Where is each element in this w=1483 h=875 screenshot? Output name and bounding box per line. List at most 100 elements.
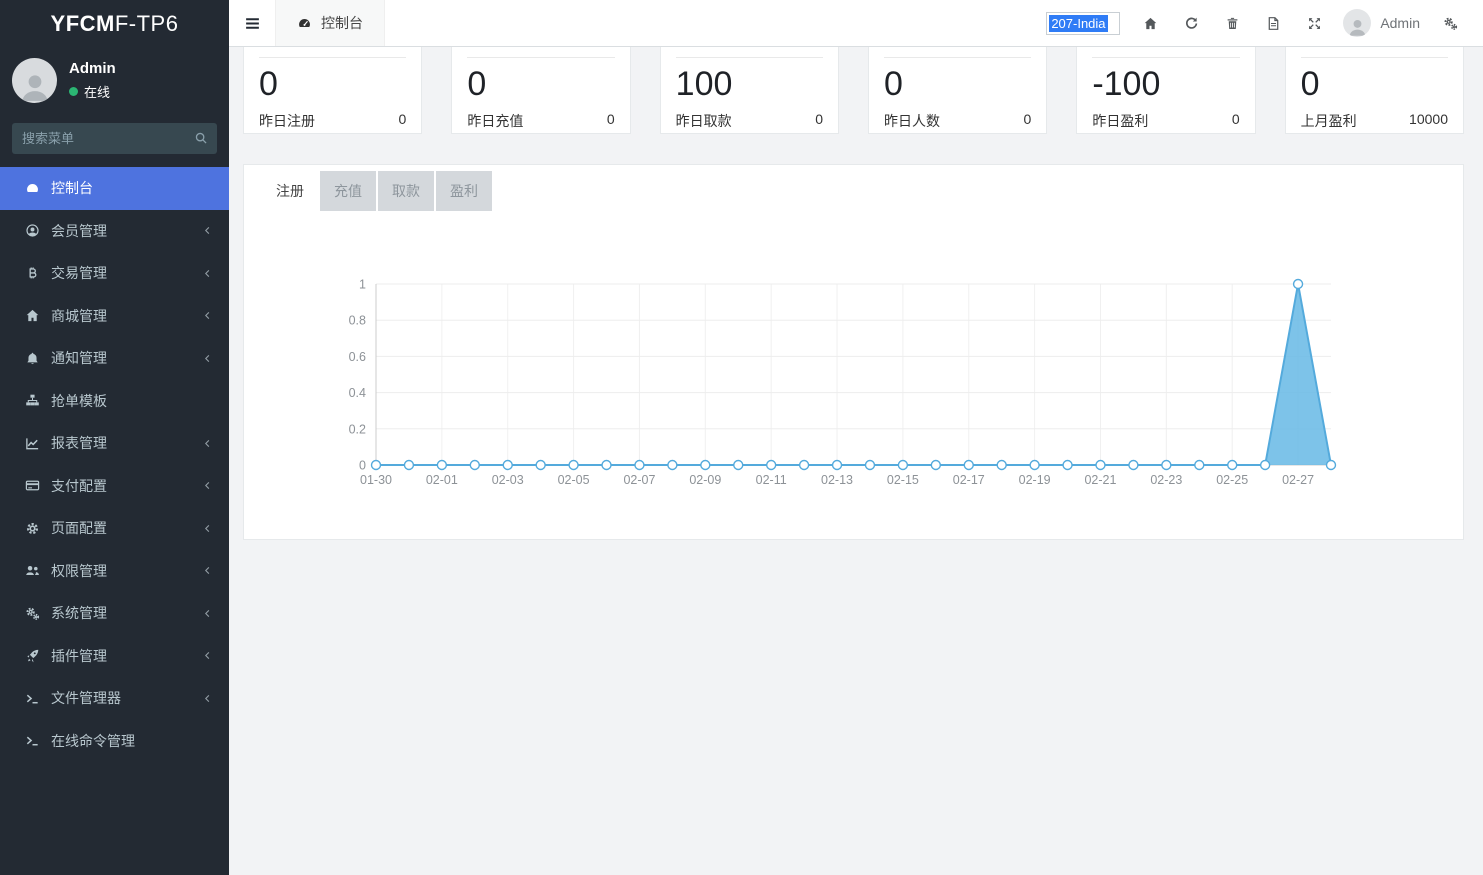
- data-point: [1096, 461, 1105, 470]
- data-point: [1195, 461, 1204, 470]
- data-point: [668, 461, 677, 470]
- node-select-input[interactable]: 207-India: [1046, 12, 1120, 35]
- tab-dashboard[interactable]: 控制台: [275, 0, 385, 46]
- bars-icon: [244, 15, 261, 32]
- sidebar-search: [12, 123, 217, 154]
- chart-svg: 00.20.40.60.8101-3002-0102-0302-0502-070…: [244, 211, 1463, 541]
- data-point: [602, 461, 611, 470]
- settings-button[interactable]: [1430, 0, 1471, 47]
- chevron-left-icon: [202, 565, 213, 576]
- data-point: [833, 461, 842, 470]
- online-status-dot: [69, 87, 78, 96]
- rocket-icon: [24, 648, 41, 663]
- sidebar-item-online-commands[interactable]: 在线命令管理: [0, 720, 229, 763]
- chevron-left-icon: [202, 268, 213, 279]
- chevron-left-icon: [202, 225, 213, 236]
- sidebar-item-system[interactable]: 系统管理: [0, 592, 229, 635]
- tab-dashboard-label: 控制台: [321, 13, 363, 33]
- data-point: [536, 461, 545, 470]
- sidebar-item-reports[interactable]: 报表管理: [0, 422, 229, 465]
- chart-line-icon: [24, 436, 41, 451]
- clear-cache-button[interactable]: [1212, 0, 1253, 47]
- chart-tab-register[interactable]: 注册: [262, 171, 318, 211]
- x-tick-label: 02-17: [953, 473, 985, 487]
- data-point: [437, 461, 446, 470]
- x-tick-label: 01-30: [360, 473, 392, 487]
- data-point: [865, 461, 874, 470]
- sidebar-item-label: 商城管理: [51, 306, 202, 326]
- sidebar-item-file-manager[interactable]: 文件管理器: [0, 677, 229, 720]
- data-point: [1129, 461, 1138, 470]
- fullscreen-button[interactable]: [1294, 0, 1335, 47]
- sidebar-item-label: 控制台: [51, 178, 213, 198]
- trash-icon: [1225, 16, 1240, 31]
- x-tick-label: 02-21: [1084, 473, 1116, 487]
- data-point: [470, 461, 479, 470]
- navbar: 控制台 207-India Admin: [229, 0, 1483, 47]
- terminal-icon: [24, 691, 41, 706]
- refresh-button[interactable]: [1171, 0, 1212, 47]
- registrations-chart: 00.20.40.60.8101-3002-0102-0302-0502-070…: [244, 211, 1463, 541]
- stat-card-value: 100: [676, 65, 823, 104]
- refresh-icon: [1184, 16, 1199, 31]
- sidebar-item-dashboard[interactable]: 控制台: [0, 167, 229, 210]
- data-point: [569, 461, 578, 470]
- user-name: Admin: [69, 60, 116, 77]
- data-point: [701, 461, 710, 470]
- main-content: 今日注册0昨日注册0今日充值0昨日充值0今日取款100昨日取款0充值人数0昨日人…: [229, 0, 1483, 540]
- sidebar-item-label: 文件管理器: [51, 688, 202, 708]
- chart-tab-profit[interactable]: 盈利: [436, 171, 492, 211]
- sidebar-item-order-template[interactable]: 抢单模板: [0, 380, 229, 423]
- home-icon: [1143, 16, 1158, 31]
- sidebar-item-permissions[interactable]: 权限管理: [0, 550, 229, 593]
- stat-card-sub-value: 0: [1024, 111, 1032, 131]
- data-point: [964, 461, 973, 470]
- chart-tab-withdraw[interactable]: 取款: [378, 171, 434, 211]
- y-tick-label: 0.8: [349, 314, 366, 328]
- series-line: [376, 284, 1331, 465]
- x-tick-label: 02-07: [623, 473, 655, 487]
- user-panel: Admin 在线: [0, 48, 229, 111]
- user-menu[interactable]: Admin: [1343, 9, 1420, 37]
- sidebar-item-page-config[interactable]: 页面配置: [0, 507, 229, 550]
- sidebar-item-members[interactable]: 会员管理: [0, 210, 229, 253]
- sidebar-item-transactions[interactable]: 交易管理: [0, 252, 229, 295]
- stat-card-sub-label: 上月盈利: [1301, 111, 1357, 131]
- data-point: [734, 461, 743, 470]
- sidebar-toggle-button[interactable]: [229, 0, 275, 46]
- search-icon: [194, 131, 208, 145]
- search-input[interactable]: [12, 123, 217, 154]
- credit-card-icon: [24, 478, 41, 493]
- users-icon: [24, 563, 41, 578]
- sidebar-item-label: 在线命令管理: [51, 731, 213, 751]
- sidebar-item-label: 通知管理: [51, 348, 202, 368]
- chart-tab-recharge[interactable]: 充值: [320, 171, 376, 211]
- node-select-value: 207-India: [1049, 15, 1107, 32]
- chart-tabs: 注册充值取款盈利: [262, 171, 1463, 211]
- sitemap-icon: [24, 393, 41, 408]
- logs-button[interactable]: [1253, 0, 1294, 47]
- sidebar-item-notifications[interactable]: 通知管理: [0, 337, 229, 380]
- app-logo-rest: F-TP6: [115, 11, 179, 37]
- sidebar-item-label: 会员管理: [51, 221, 202, 241]
- sidebar-item-mall[interactable]: 商城管理: [0, 295, 229, 338]
- sidebar-item-label: 插件管理: [51, 646, 202, 666]
- person-icon: [1347, 16, 1368, 37]
- stat-card-sub-label: 昨日盈利: [1092, 111, 1148, 131]
- data-point: [1228, 461, 1237, 470]
- chevron-left-icon: [202, 523, 213, 534]
- y-tick-label: 0: [359, 459, 366, 473]
- sidebar-item-payment-config[interactable]: 支付配置: [0, 465, 229, 508]
- stat-card-value: 0: [467, 65, 614, 104]
- data-point: [635, 461, 644, 470]
- data-point: [1261, 461, 1270, 470]
- cogs-icon: [1443, 16, 1458, 31]
- data-point: [898, 461, 907, 470]
- home-button[interactable]: [1130, 0, 1171, 47]
- sidebar-item-plugins[interactable]: 插件管理: [0, 635, 229, 678]
- data-point: [503, 461, 512, 470]
- data-point: [1063, 461, 1072, 470]
- x-tick-label: 02-15: [887, 473, 919, 487]
- chart-card: 注册充值取款盈利 00.20.40.60.8101-3002-0102-0302…: [243, 164, 1464, 540]
- data-point: [1030, 461, 1039, 470]
